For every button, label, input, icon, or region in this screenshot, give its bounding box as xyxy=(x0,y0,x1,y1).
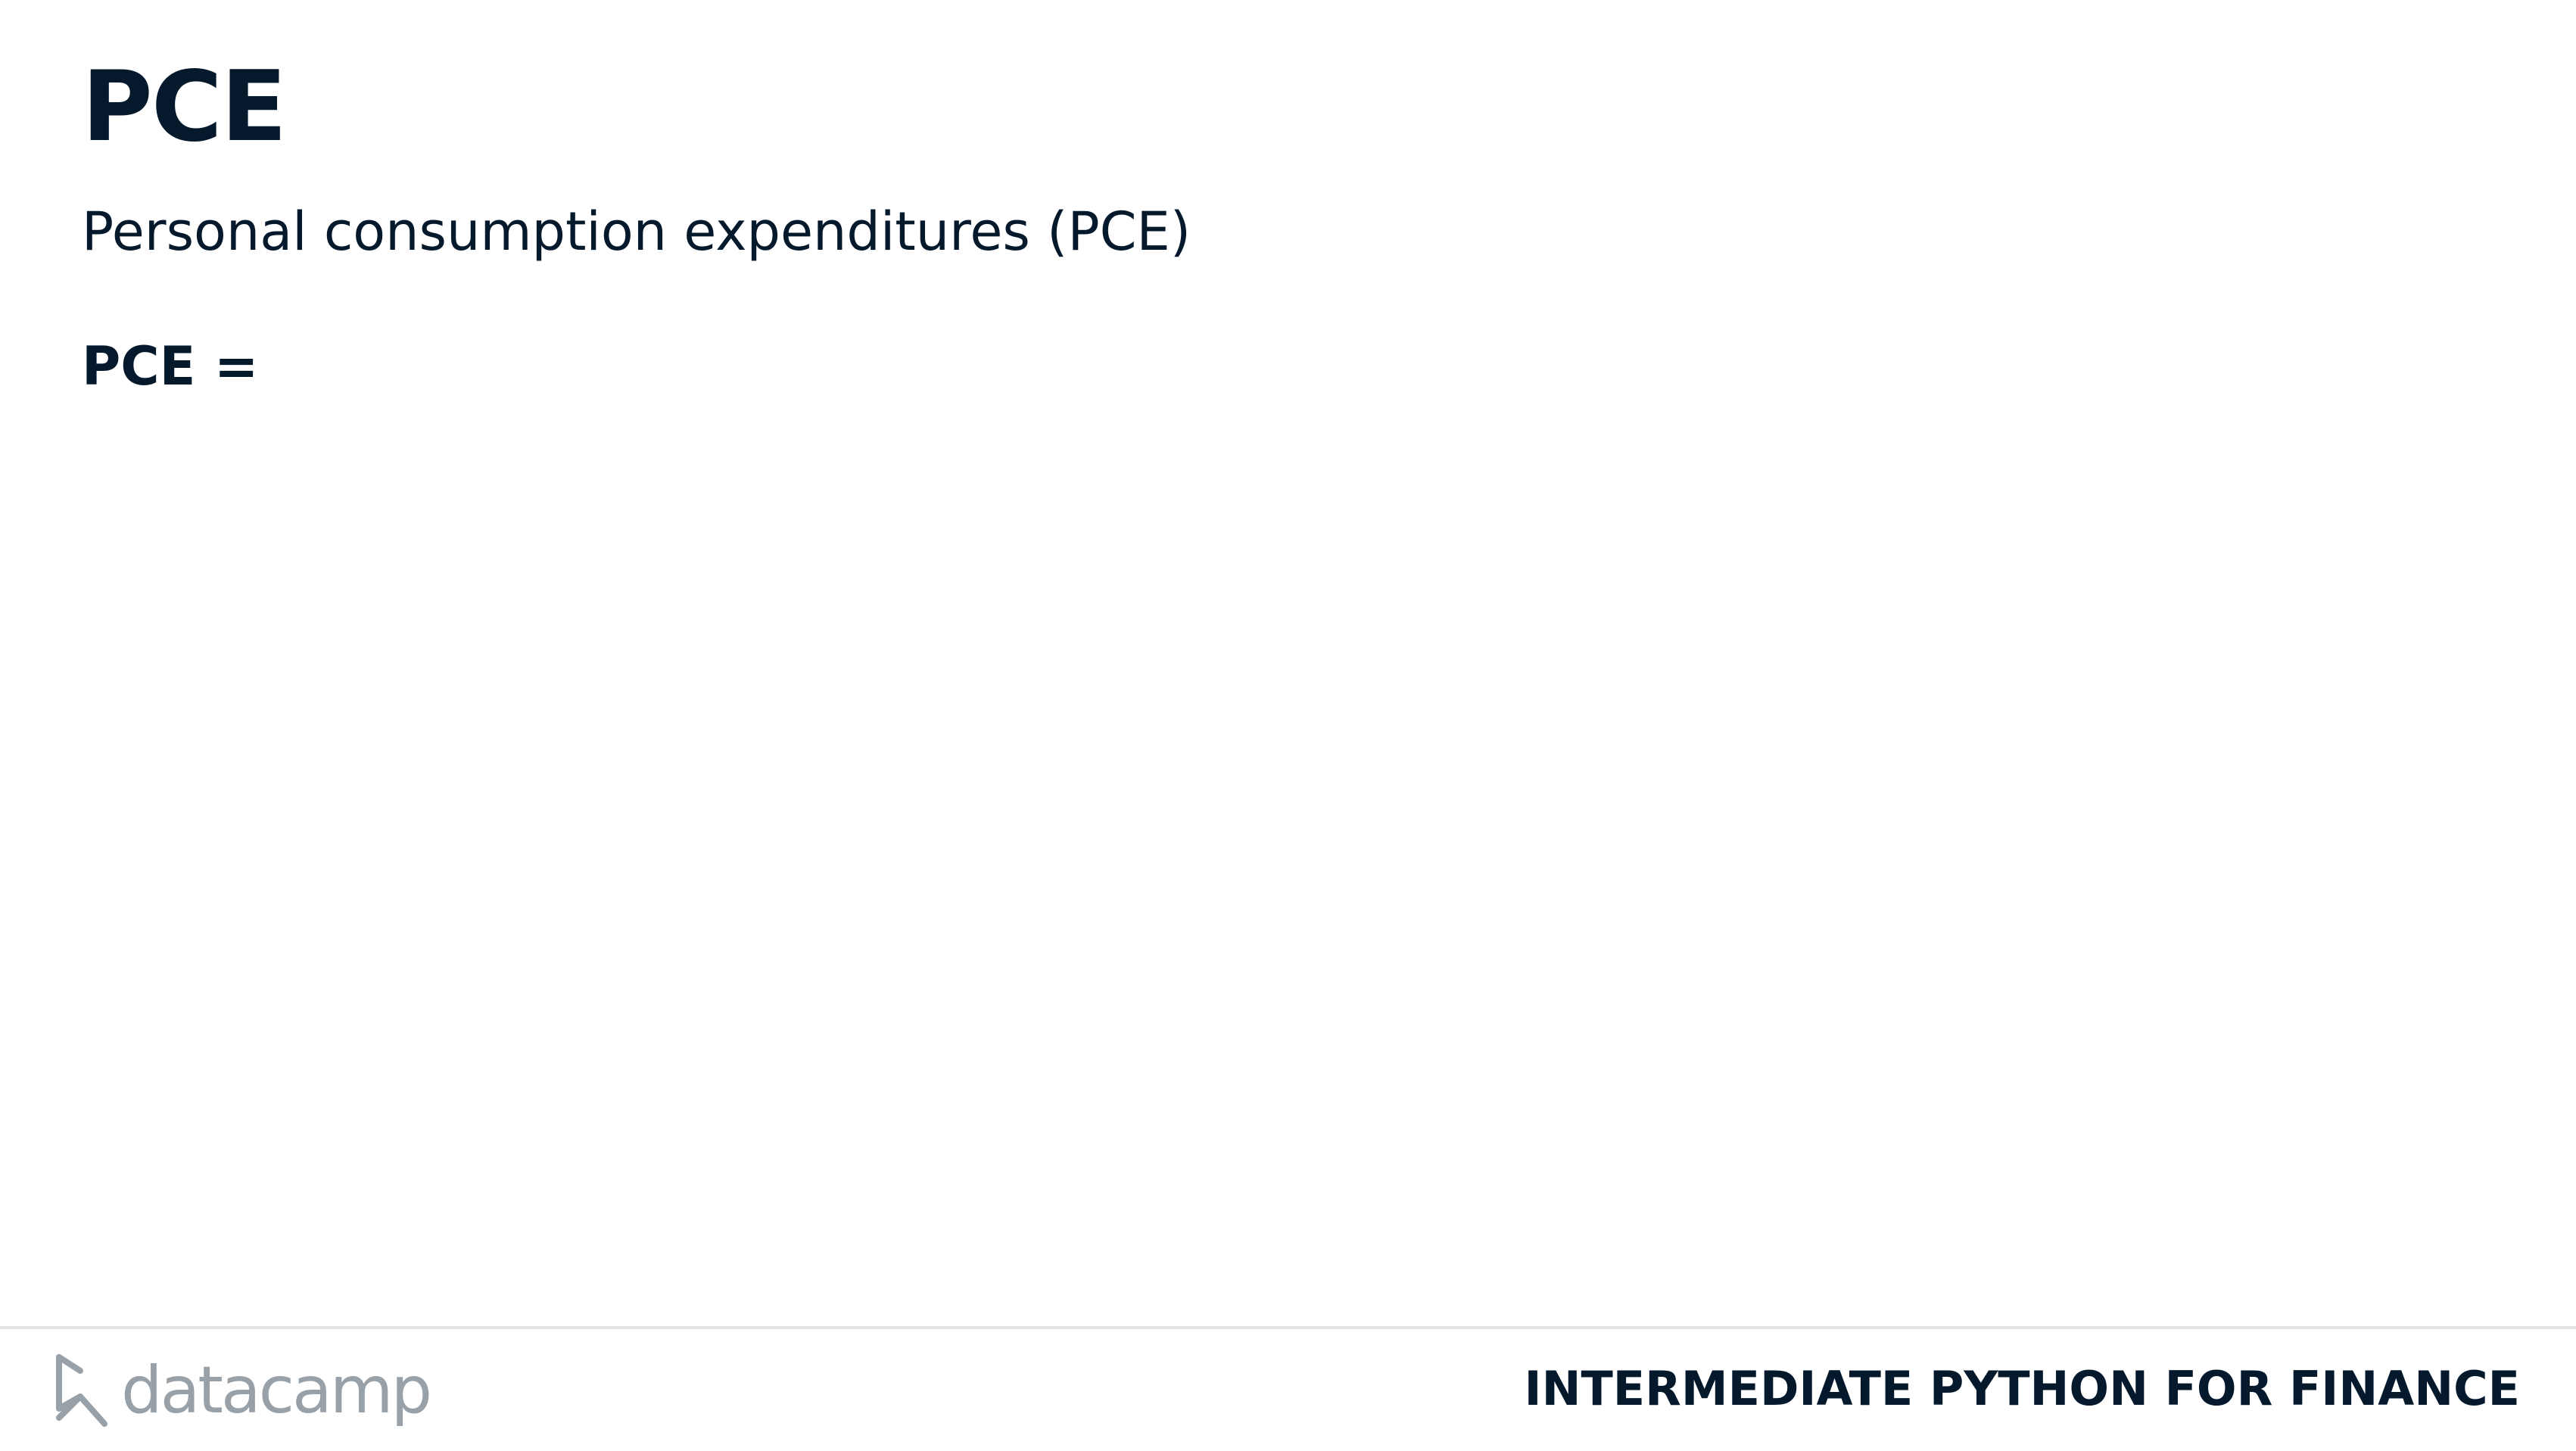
footer-divider xyxy=(0,1326,2576,1329)
formula-text: PCE = xyxy=(82,335,259,397)
slide-title: PCE xyxy=(82,51,287,163)
datacamp-logo: datacamp xyxy=(53,1349,432,1432)
datacamp-logo-icon xyxy=(56,1354,107,1427)
slide-subtitle: Personal consumption expenditures (PCE) xyxy=(82,201,1191,263)
logo-wordmark: datacamp xyxy=(121,1353,432,1428)
course-name: INTERMEDIATE PYTHON FOR FINANCE xyxy=(1524,1361,2520,1416)
